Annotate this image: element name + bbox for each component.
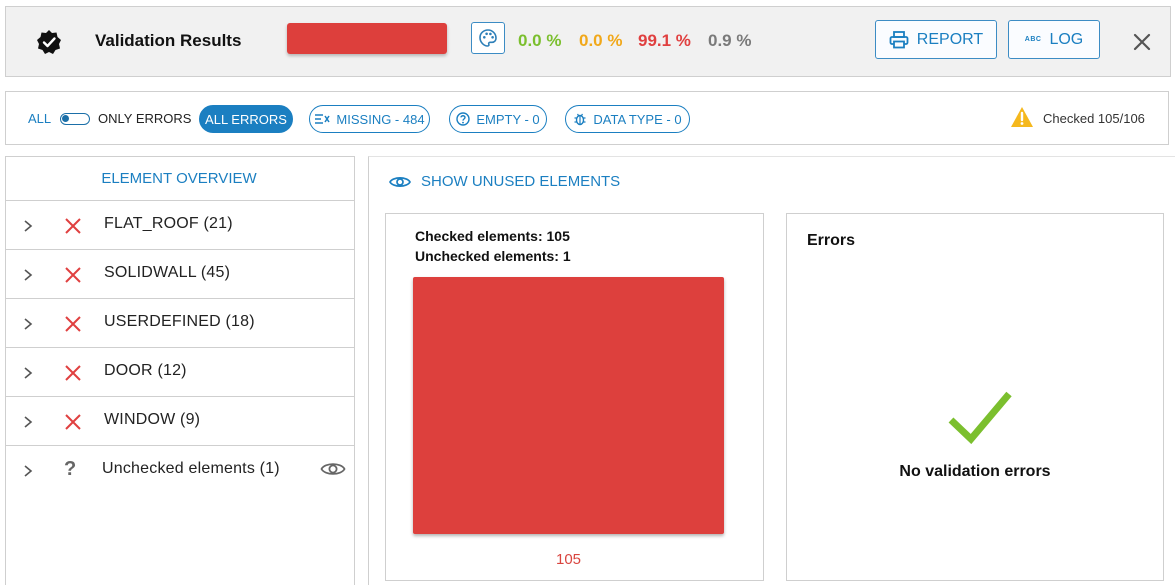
question-circle-icon bbox=[456, 112, 471, 126]
palette-button[interactable] bbox=[471, 22, 505, 54]
error-x-icon bbox=[65, 414, 81, 430]
chip-empty-label: EMPTY - 0 bbox=[476, 111, 540, 127]
page-title: Validation Results bbox=[95, 31, 242, 50]
overview-row-label: USERDEFINED (18) bbox=[104, 313, 255, 330]
error-x-icon bbox=[65, 365, 81, 381]
palette-icon bbox=[479, 29, 497, 47]
eye-icon bbox=[389, 176, 411, 187]
element-overview-header: ELEMENT OVERVIEW bbox=[6, 157, 354, 201]
checked-elements-chart-card: Checked elements: 105 Unchecked elements… bbox=[385, 213, 764, 581]
eye-icon[interactable] bbox=[320, 459, 346, 479]
chart-data-label: 105 bbox=[556, 551, 581, 568]
chevron-right-icon[interactable] bbox=[23, 366, 33, 380]
abc-icon: ABC bbox=[1024, 36, 1042, 43]
show-unused-elements-button[interactable]: SHOW UNUSED ELEMENTS bbox=[389, 173, 620, 190]
percent-ok: 0.0 % bbox=[518, 31, 562, 50]
overview-row-label: WINDOW (9) bbox=[104, 411, 201, 428]
percent-error: 99.1 % bbox=[638, 31, 691, 50]
chip-all-errors-label: ALL ERRORS bbox=[205, 111, 287, 127]
chip-missing-label: MISSING - 484 bbox=[336, 111, 425, 127]
report-button-label: REPORT bbox=[916, 30, 984, 48]
show-unused-elements-label: SHOW UNUSED ELEMENTS bbox=[421, 173, 621, 190]
overview-row-solidwall[interactable]: SOLIDWALL (45) bbox=[6, 250, 354, 299]
close-icon[interactable] bbox=[1131, 31, 1153, 53]
overview-row-label: FLAT_ROOF (21) bbox=[104, 215, 233, 232]
header-bar: Validation Results 0.0 % 0.0 % 99.1 % 0.… bbox=[5, 6, 1171, 77]
percent-warning: 0.0 % bbox=[579, 31, 623, 50]
results-area: SHOW UNUSED ELEMENTS Checked elements: 1… bbox=[368, 156, 1175, 585]
missing-list-icon bbox=[315, 114, 331, 124]
overview-row-label: DOOR (12) bbox=[104, 362, 187, 379]
warning-icon bbox=[1011, 107, 1033, 127]
overview-row-label: SOLIDWALL (45) bbox=[104, 264, 231, 281]
chevron-right-icon[interactable] bbox=[23, 219, 33, 233]
bug-icon bbox=[574, 113, 586, 126]
filter-bar: ALL ONLY ERRORS ALL ERRORS MISSING - 484… bbox=[5, 91, 1169, 145]
chevron-right-icon[interactable] bbox=[23, 464, 33, 478]
overview-row-label: Unchecked elements (1) bbox=[102, 460, 280, 477]
chip-data-type[interactable]: DATA TYPE - 0 bbox=[565, 105, 690, 133]
checked-count: Checked 105/106 bbox=[1043, 111, 1145, 126]
chevron-right-icon[interactable] bbox=[23, 268, 33, 282]
progress-fill bbox=[287, 23, 447, 54]
element-overview-panel: ELEMENT OVERVIEW FLAT_ROOF (21) SOLIDWAL… bbox=[5, 156, 355, 585]
validation-progress-bar bbox=[287, 23, 447, 54]
checkmark-icon bbox=[948, 391, 1012, 444]
chip-all-errors[interactable]: ALL ERRORS bbox=[199, 105, 293, 133]
error-x-icon bbox=[65, 218, 81, 234]
chart-bar bbox=[413, 277, 724, 534]
errors-card-title: Errors bbox=[807, 232, 856, 249]
all-toggle-label: ALL bbox=[28, 111, 52, 126]
element-overview-title: ELEMENT OVERVIEW bbox=[101, 170, 257, 187]
overview-row-unchecked[interactable]: ? Unchecked elements (1) bbox=[6, 446, 354, 495]
chevron-right-icon[interactable] bbox=[23, 317, 33, 331]
log-button-label: LOG bbox=[1049, 30, 1084, 48]
printer-icon bbox=[889, 30, 909, 48]
chip-empty[interactable]: EMPTY - 0 bbox=[449, 105, 547, 133]
overview-row-userdefined[interactable]: USERDEFINED (18) bbox=[6, 299, 354, 348]
chip-missing[interactable]: MISSING - 484 bbox=[309, 105, 430, 133]
percent-unchecked: 0.9 % bbox=[708, 31, 752, 50]
log-button[interactable]: ABC LOG bbox=[1008, 20, 1100, 59]
only-errors-label: ONLY ERRORS bbox=[98, 111, 192, 126]
report-button[interactable]: REPORT bbox=[875, 20, 997, 59]
chevron-right-icon[interactable] bbox=[23, 415, 33, 429]
overview-row-window[interactable]: WINDOW (9) bbox=[6, 397, 354, 446]
question-mark-icon: ? bbox=[64, 458, 77, 480]
errors-only-toggle[interactable] bbox=[60, 113, 90, 125]
errors-card: Errors No validation errors bbox=[786, 213, 1164, 581]
verified-badge-icon bbox=[37, 30, 61, 54]
overview-row-door[interactable]: DOOR (12) bbox=[6, 348, 354, 397]
error-x-icon bbox=[65, 316, 81, 332]
overview-row-flat-roof[interactable]: FLAT_ROOF (21) bbox=[6, 201, 354, 250]
no-errors-message: No validation errors bbox=[899, 463, 1051, 480]
chip-data-type-label: DATA TYPE - 0 bbox=[593, 111, 682, 127]
toggle-knob bbox=[62, 115, 69, 122]
checked-elements-bar-chart: 105 bbox=[413, 277, 724, 568]
error-x-icon bbox=[65, 267, 81, 283]
